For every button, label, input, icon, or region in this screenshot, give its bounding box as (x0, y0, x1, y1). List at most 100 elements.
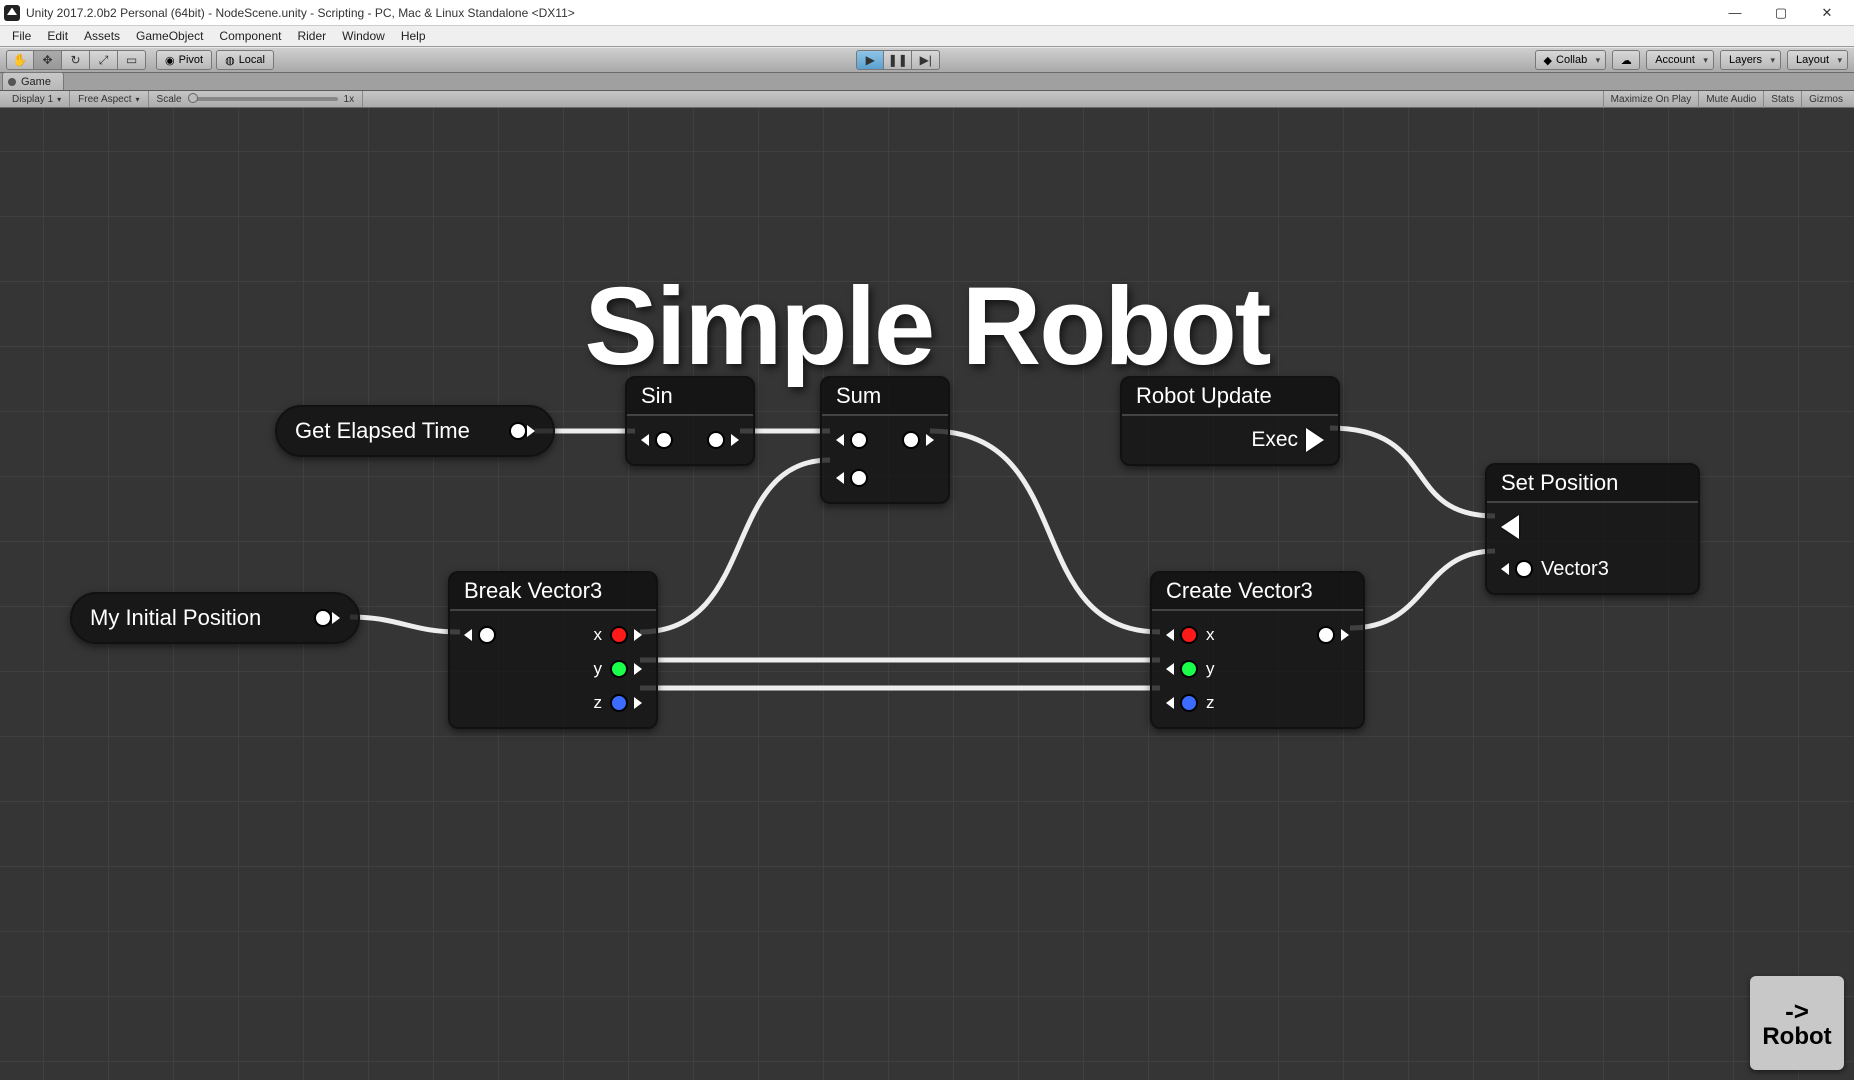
cloud-button[interactable]: ☁ (1612, 50, 1640, 70)
node-sin[interactable]: Sin (625, 376, 755, 466)
input-port-x[interactable] (1180, 626, 1198, 644)
move-tool-button[interactable]: ✥ (34, 50, 62, 70)
game-view-toolbar: Display 1 Free Aspect Scale 1x Maximize … (0, 91, 1854, 108)
window-minimize-button[interactable]: — (1712, 0, 1758, 26)
port-label-y: y (594, 659, 603, 679)
chevron-right-icon (731, 434, 739, 446)
input-port-y[interactable] (1180, 660, 1198, 678)
output-port[interactable] (509, 422, 527, 440)
menu-assets[interactable]: Assets (76, 27, 128, 45)
chevron-left-icon (1166, 629, 1174, 641)
window-title: Unity 2017.2.0b2 Personal (64bit) - Node… (26, 6, 575, 20)
play-button[interactable]: ▶ (856, 50, 884, 70)
pivot-toggle[interactable]: ◉ Pivot (156, 50, 212, 70)
layout-dropdown[interactable]: Layout (1787, 50, 1848, 70)
layers-dropdown[interactable]: Layers (1720, 50, 1781, 70)
input-port-z[interactable] (1180, 694, 1198, 712)
node-set-position[interactable]: Set Position Vector3 (1485, 463, 1700, 595)
pivot-label: Pivot (179, 54, 203, 66)
main-toolbar: ✋ ✥ ↻ ⤢ ▭ ◉ Pivot ◍ Local ▶ ❚❚ ▶| ◆ Coll… (0, 47, 1854, 73)
chevron-left-icon (641, 434, 649, 446)
window-close-button[interactable]: ✕ (1804, 0, 1850, 26)
scale-value: 1x (344, 94, 355, 105)
window-titlebar: Unity 2017.2.0b2 Personal (64bit) - Node… (0, 0, 1854, 26)
chevron-right-icon (527, 425, 535, 437)
play-controls: ▶ ❚❚ ▶| (856, 50, 940, 70)
node-title: Break Vector3 (450, 573, 656, 611)
chevron-left-icon (464, 629, 472, 641)
scale-slider-thumb[interactable] (188, 93, 198, 103)
output-port[interactable] (707, 431, 725, 449)
exec-output-port[interactable] (1306, 428, 1324, 452)
output-port[interactable] (314, 609, 332, 627)
chevron-right-icon (634, 663, 642, 675)
node-title: Create Vector3 (1152, 573, 1363, 611)
gizmos-dropdown[interactable]: Gizmos (1801, 91, 1850, 108)
menu-component[interactable]: Component (211, 27, 289, 45)
unity-logo-icon (4, 5, 20, 21)
node-my-initial-position[interactable]: My Initial Position (70, 592, 360, 644)
output-port-x[interactable] (610, 626, 628, 644)
node-graph-canvas[interactable]: Simple Robot Get Elapsed Time My Initial… (0, 108, 1854, 1080)
menu-window[interactable]: Window (334, 27, 393, 45)
robot-button-label: Robot (1762, 1023, 1831, 1051)
output-port-z[interactable] (610, 694, 628, 712)
chevron-left-icon (836, 472, 844, 484)
chevron-left-icon (1166, 697, 1174, 709)
rect-tool-button[interactable]: ▭ (118, 50, 146, 70)
node-sum[interactable]: Sum (820, 376, 950, 504)
robot-button[interactable]: -> Robot (1750, 976, 1844, 1070)
window-maximize-button[interactable]: ▢ (1758, 0, 1804, 26)
node-title: Sin (627, 378, 753, 416)
display-dropdown[interactable]: Display 1 (4, 91, 70, 107)
menu-help[interactable]: Help (393, 27, 434, 45)
chevron-left-icon (1166, 663, 1174, 675)
mute-audio-toggle[interactable]: Mute Audio (1698, 91, 1763, 108)
stats-toggle[interactable]: Stats (1763, 91, 1801, 108)
maximize-on-play-toggle[interactable]: Maximize On Play (1603, 91, 1699, 108)
input-port-a[interactable] (850, 431, 868, 449)
port-label-z: z (594, 693, 603, 713)
local-label: Local (239, 54, 265, 66)
hand-tool-button[interactable]: ✋ (6, 50, 34, 70)
node-create-vector3[interactable]: Create Vector3 x y z (1150, 571, 1365, 729)
input-port[interactable] (478, 626, 496, 644)
node-get-elapsed-time[interactable]: Get Elapsed Time (275, 405, 555, 457)
chevron-left-icon (836, 434, 844, 446)
node-label: My Initial Position (90, 605, 261, 631)
scale-tool-button[interactable]: ⤢ (90, 50, 118, 70)
menu-file[interactable]: File (4, 27, 39, 45)
editor-tab-strip: Game (0, 73, 1854, 91)
game-tab[interactable]: Game (2, 72, 64, 90)
port-label-z: z (1206, 693, 1215, 713)
account-dropdown[interactable]: Account (1646, 50, 1714, 70)
scale-slider[interactable] (188, 97, 338, 101)
collab-dropdown[interactable]: ◆ Collab (1535, 50, 1607, 70)
node-title: Robot Update (1122, 378, 1338, 416)
step-button[interactable]: ▶| (912, 50, 940, 70)
node-label: Get Elapsed Time (295, 418, 470, 444)
aspect-dropdown[interactable]: Free Aspect (70, 91, 148, 107)
output-port[interactable] (1317, 626, 1335, 644)
chevron-right-icon (926, 434, 934, 446)
exec-input-port[interactable] (1501, 515, 1519, 539)
chevron-right-icon (332, 612, 340, 624)
menu-gameobject[interactable]: GameObject (128, 27, 211, 45)
layers-label: Layers (1729, 54, 1762, 66)
layout-label: Layout (1796, 54, 1829, 66)
menu-rider[interactable]: Rider (289, 27, 334, 45)
input-port[interactable] (655, 431, 673, 449)
chevron-right-icon (634, 697, 642, 709)
output-port-y[interactable] (610, 660, 628, 678)
input-port-vector3[interactable] (1515, 560, 1533, 578)
rotate-tool-button[interactable]: ↻ (62, 50, 90, 70)
account-label: Account (1655, 54, 1695, 66)
input-port-b[interactable] (850, 469, 868, 487)
pause-button[interactable]: ❚❚ (884, 50, 912, 70)
node-break-vector3[interactable]: Break Vector3 x y z (448, 571, 658, 729)
output-port[interactable] (902, 431, 920, 449)
local-toggle[interactable]: ◍ Local (216, 50, 274, 70)
menu-edit[interactable]: Edit (39, 27, 76, 45)
port-label-vector3: Vector3 (1541, 558, 1609, 581)
node-robot-update[interactable]: Robot Update Exec (1120, 376, 1340, 466)
